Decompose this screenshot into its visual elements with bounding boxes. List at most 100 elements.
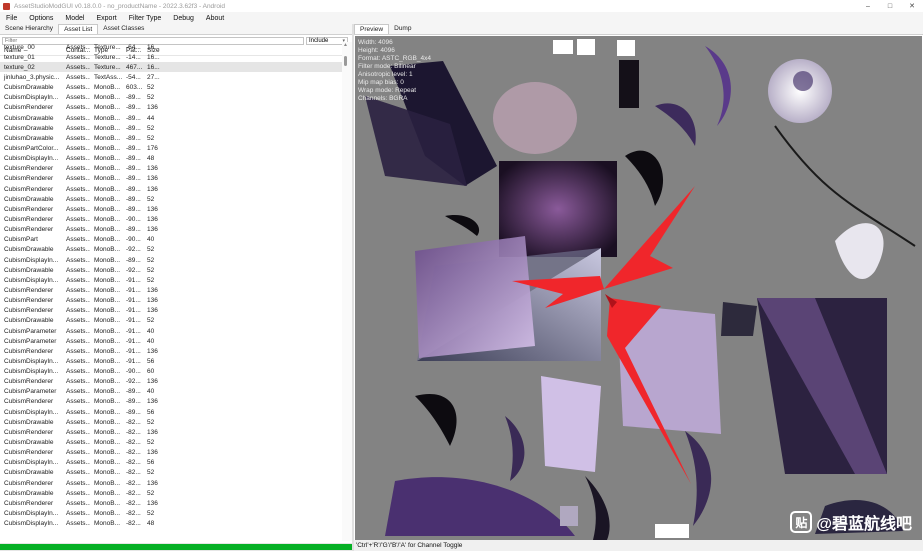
list-item[interactable]: CubismRenderer Assets... MonoB... -82... 136: [0, 498, 342, 508]
cell-type: MonoB...: [94, 155, 121, 163]
scroll-up-icon[interactable]: ▲: [343, 42, 348, 48]
list-item[interactable]: CubismDisplayIn... Assets... MonoB... -82..…: [0, 519, 342, 529]
cell-name: CubismDisplayIn...: [4, 357, 59, 365]
cell-path-id: -89...: [126, 185, 141, 193]
list-item[interactable]: texture_02 Assets... Texture... 467... 16...: [0, 62, 342, 73]
list-item[interactable]: CubismDrawable Assets... MonoB... -89... 52: [0, 194, 342, 204]
list-item[interactable]: CubismDrawable Assets... MonoB... -82... 52: [0, 437, 342, 447]
cell-size: 52: [147, 246, 155, 254]
list-item[interactable]: CubismRenderer Assets... MonoB... -82... 136: [0, 427, 342, 437]
cell-type: MonoB...: [94, 276, 121, 284]
menu-about[interactable]: About: [200, 15, 230, 22]
cell-name: CubismRenderer: [4, 185, 54, 193]
list-item[interactable]: CubismRenderer Assets... MonoB... -89... 136: [0, 103, 342, 113]
list-item[interactable]: CubismDrawable Assets... MonoB... -91... 52: [0, 316, 342, 326]
scroll-thumb[interactable]: [344, 56, 347, 66]
tab-dump[interactable]: Dump: [389, 24, 416, 34]
cell-path-id: -14...: [126, 53, 141, 61]
list-item[interactable]: CubismRenderer Assets... MonoB... -82... 136: [0, 448, 342, 458]
list-item[interactable]: CubismRenderer Assets... MonoB... -89... 136: [0, 204, 342, 214]
cell-container: Assets...: [66, 317, 90, 325]
list-item[interactable]: CubismDisplayIn... Assets... MonoB... -82..…: [0, 508, 342, 518]
list-item[interactable]: CubismDrawable Assets... MonoB... -82... 52: [0, 417, 342, 427]
cell-size: 44: [147, 114, 155, 122]
tab-preview[interactable]: Preview: [354, 24, 390, 34]
cell-name: CubismRenderer: [4, 449, 54, 457]
list-item[interactable]: CubismRenderer Assets... MonoB... -89... 136: [0, 164, 342, 174]
list-item[interactable]: CubismRenderer Assets... MonoB... -89... 136: [0, 184, 342, 194]
cell-path-id: -89...: [126, 144, 141, 152]
tab-asset-classes[interactable]: Asset Classes: [98, 24, 149, 34]
tab-scene-hierarchy[interactable]: Scene Hierarchy: [0, 24, 58, 34]
cell-name: CubismDisplayIn...: [4, 256, 59, 264]
maximize-button[interactable]: □: [879, 0, 901, 12]
progress-bar: [0, 543, 352, 551]
tab-asset-list[interactable]: Asset List: [58, 24, 99, 34]
list-item[interactable]: texture_00 Assets... Texture... -64... 16...: [0, 42, 342, 52]
list-item[interactable]: jinluhao_3.physic... Assets... TextAss... -…: [0, 72, 342, 82]
list-item[interactable]: CubismRenderer Assets... MonoB... -89... 136: [0, 397, 342, 407]
cell-path-id: -89...: [126, 104, 141, 112]
list-item[interactable]: CubismPart Assets... MonoB... -90... 40: [0, 235, 342, 245]
list-item[interactable]: CubismDrawable Assets... MonoB... -89... 52: [0, 123, 342, 133]
list-item[interactable]: CubismDrawable Assets... MonoB... -82... 52: [0, 488, 342, 498]
cell-size: 136: [147, 286, 158, 294]
cell-container: Assets...: [66, 479, 90, 487]
cell-size: 136: [147, 104, 158, 112]
list-item[interactable]: CubismParameter Assets... MonoB... -91... 40: [0, 326, 342, 336]
menu-debug[interactable]: Debug: [167, 15, 200, 22]
info-mip-map-bias: Mip map bias: 0: [358, 79, 404, 86]
list-item[interactable]: CubismDisplayIn... Assets... MonoB... -89..…: [0, 407, 342, 417]
list-item[interactable]: CubismRenderer Assets... MonoB... -89... 136: [0, 174, 342, 184]
close-button[interactable]: ✕: [901, 0, 923, 12]
list-item[interactable]: CubismDrawable Assets... MonoB... -89... 52: [0, 133, 342, 143]
menu-model[interactable]: Model: [59, 15, 90, 22]
list-item[interactable]: CubismRenderer Assets... MonoB... -89... 136: [0, 225, 342, 235]
cell-container: Assets...: [66, 84, 90, 92]
cell-container: Assets...: [66, 469, 90, 477]
list-item[interactable]: CubismDrawable Assets... MonoB... -89... 44: [0, 113, 342, 123]
list-item[interactable]: texture_01 Assets... Texture... -14... 16...: [0, 52, 342, 62]
list-item[interactable]: CubismDrawable Assets... MonoB... -92... 52: [0, 265, 342, 275]
menu-file[interactable]: File: [0, 15, 23, 22]
list-item[interactable]: CubismPartColor... Assets... MonoB... -89..…: [0, 143, 342, 153]
cell-type: MonoB...: [94, 195, 121, 203]
cell-size: 52: [147, 489, 155, 497]
list-item[interactable]: CubismRenderer Assets... MonoB... -82... 136: [0, 478, 342, 488]
list-item[interactable]: CubismRenderer Assets... MonoB... -92... 136: [0, 377, 342, 387]
list-item[interactable]: CubismRenderer Assets... MonoB... -90... 136: [0, 214, 342, 224]
menu-options[interactable]: Options: [23, 15, 59, 22]
list-item[interactable]: CubismDisplayIn... Assets... MonoB... -90..…: [0, 367, 342, 377]
menu-export[interactable]: Export: [90, 15, 122, 22]
list-item[interactable]: CubismRenderer Assets... MonoB... -91... 136: [0, 296, 342, 306]
cell-name: texture_00: [4, 43, 35, 51]
list-item[interactable]: CubismRenderer Assets... MonoB... -91... 136: [0, 306, 342, 316]
menu-filter-type[interactable]: Filter Type: [123, 15, 168, 22]
cell-path-id: -91...: [126, 347, 141, 355]
list-item[interactable]: CubismRenderer Assets... MonoB... -91... 136: [0, 346, 342, 356]
list-item[interactable]: CubismDisplayIn... Assets... MonoB... -82..…: [0, 458, 342, 468]
cell-name: CubismRenderer: [4, 307, 54, 315]
minimize-button[interactable]: –: [857, 0, 879, 12]
list-item[interactable]: CubismParameter Assets... MonoB... -89... 40: [0, 387, 342, 397]
cell-size: 52: [147, 317, 155, 325]
cell-container: Assets...: [66, 266, 90, 274]
cell-path-id: -82...: [126, 428, 141, 436]
list-item[interactable]: CubismDisplayIn... Assets... MonoB... -89..…: [0, 93, 342, 103]
list-item[interactable]: CubismDisplayIn... Assets... MonoB... -91..…: [0, 356, 342, 366]
list-item[interactable]: CubismDisplayIn... Assets... MonoB... -91..…: [0, 275, 342, 285]
list-item[interactable]: CubismRenderer Assets... MonoB... -91... 136: [0, 285, 342, 295]
list-item[interactable]: CubismParameter Assets... MonoB... -91... 40: [0, 336, 342, 346]
cell-container: Assets...: [66, 286, 90, 294]
list-item[interactable]: CubismDisplayIn... Assets... MonoB... -89..…: [0, 154, 342, 164]
list-item[interactable]: CubismDrawable Assets... MonoB... 603... 52: [0, 83, 342, 93]
list-item[interactable]: CubismDrawable Assets... MonoB... -82... 52: [0, 468, 342, 478]
list-item[interactable]: CubismDrawable Assets... MonoB... -92... 52: [0, 245, 342, 255]
cell-type: MonoB...: [94, 256, 121, 264]
cell-size: 52: [147, 124, 155, 132]
list-scrollbar[interactable]: ▲: [342, 42, 352, 541]
list-item[interactable]: CubismDisplayIn... Assets... MonoB... -89..…: [0, 255, 342, 265]
cell-path-id: -82...: [126, 418, 141, 426]
cell-type: MonoB...: [94, 327, 121, 335]
cell-container: Assets...: [66, 428, 90, 436]
